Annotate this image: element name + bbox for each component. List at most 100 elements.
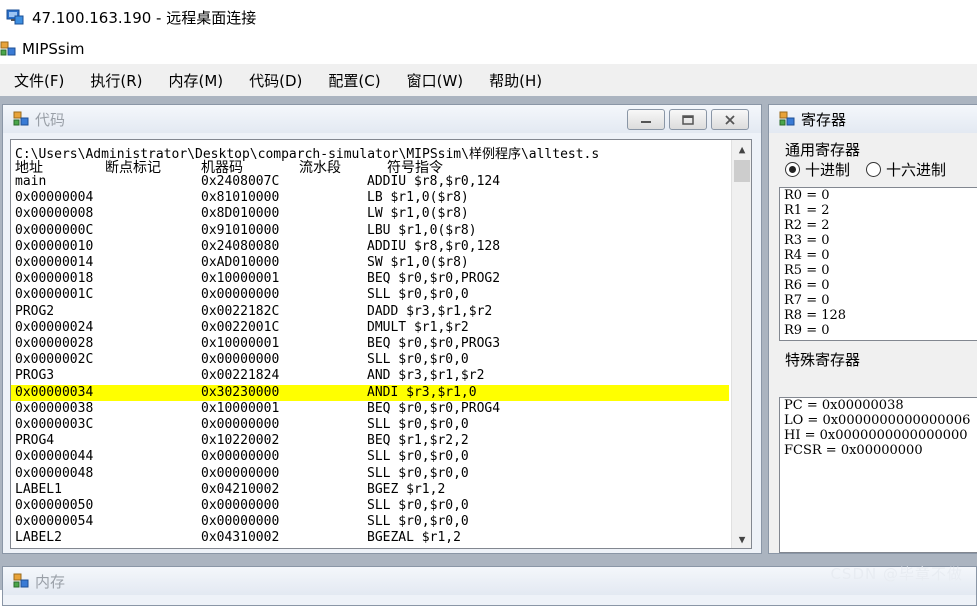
code-row[interactable]: 0x00000048 0x00000000 SLL $r0,$r0,0 xyxy=(11,466,729,482)
minimize-button[interactable] xyxy=(627,109,665,130)
menu-help[interactable]: 帮助(H) xyxy=(476,70,555,91)
restore-button[interactable] xyxy=(669,109,707,130)
row-instruction: ANDI $r3,$r1,0 xyxy=(367,384,477,400)
hex-radio[interactable]: 十六进制 xyxy=(866,159,946,180)
code-row[interactable]: main 0x2408007C ADDIU $r8,$r0,124 xyxy=(11,174,729,190)
row-machine-code: 0x81010000 xyxy=(201,190,280,206)
code-row[interactable]: LABEL1 0x04210002 BGEZ $r1,2 xyxy=(11,482,729,498)
row-machine-code: 0x24080080 xyxy=(201,238,280,254)
register-r3: R3 = 0 xyxy=(784,233,830,248)
general-registers-label: 通用寄存器 xyxy=(785,141,861,159)
code-row[interactable]: 0x00000044 0x00000000 SLL $r0,$r0,0 xyxy=(11,449,729,465)
code-row[interactable]: 0x00000038 0x10000001 BEQ $r0,$r0,PROG4 xyxy=(11,401,729,417)
code-row[interactable]: 0x00000014 0xAD010000 SW $r1,0($r8) xyxy=(11,255,729,271)
code-row[interactable]: 0x00000004 0x81010000 LB $r1,0($r8) xyxy=(11,190,729,206)
decimal-label: 十进制 xyxy=(805,161,851,179)
register-r9: R9 = 0 xyxy=(784,323,830,338)
app-title-bar: MIPSsim xyxy=(0,34,977,64)
code-window-title: 代码 xyxy=(35,110,66,129)
hex-label: 十六进制 xyxy=(886,161,947,179)
row-address: PROG2 xyxy=(15,303,55,319)
code-row-current[interactable]: 0x00000034 0x30230000 ANDI $r3,$r1,0 xyxy=(11,384,729,401)
code-window-titlebar[interactable]: 代码 xyxy=(3,105,761,133)
row-instruction: SLL $r0,$r0,0 xyxy=(367,287,469,303)
row-address: 0x00000034 xyxy=(15,384,94,400)
code-row[interactable]: 0x0000002C 0x00000000 SLL $r0,$r0,0 xyxy=(11,352,729,368)
row-instruction: AND $r3,$r1,$r2 xyxy=(367,368,485,384)
row-instruction: SLL $r0,$r0,0 xyxy=(367,465,469,481)
register-r2: R2 = 2 xyxy=(784,218,830,233)
row-address: 0x00000008 xyxy=(15,206,94,222)
minimize-icon xyxy=(641,120,651,123)
row-instruction: BGEZAL $r1,2 xyxy=(367,530,461,546)
register-window-titlebar[interactable]: 寄存器 xyxy=(769,105,977,133)
row-instruction: BEQ $r0,$r0,PROG3 xyxy=(367,336,501,351)
row-machine-code: 0x04210002 xyxy=(201,481,280,497)
row-instruction: BGEZ $r1,2 xyxy=(367,481,446,497)
row-machine-code: 0x10000001 xyxy=(201,400,280,416)
window-icon xyxy=(13,573,29,589)
row-machine-code: 0x00000000 xyxy=(201,514,280,530)
special-registers-list[interactable]: PC = 0x00000038 LO = 0x0000000000000006 … xyxy=(779,397,977,553)
code-row[interactable]: 0x0000000C 0x91010000 LBU $r1,0($r8) xyxy=(11,223,729,239)
code-list[interactable]: C:\Users\Administrator\Desktop\comparch-… xyxy=(10,139,752,549)
vertical-scrollbar[interactable]: ▲ ▼ xyxy=(731,140,751,548)
menu-run[interactable]: 执行(R) xyxy=(77,70,155,91)
row-address: 0x00000044 xyxy=(15,449,94,465)
code-row[interactable]: 0x00000054 0x00000000 SLL $r0,$r0,0 xyxy=(11,514,729,530)
row-instruction: LW $r1,0($r8) xyxy=(367,206,469,222)
row-machine-code: 0x10000001 xyxy=(201,336,280,351)
scroll-down-icon[interactable]: ▼ xyxy=(732,530,751,548)
row-address: 0x00000014 xyxy=(15,255,94,270)
row-address: 0x00000024 xyxy=(15,319,94,335)
register-lo: LO = 0x0000000000000006 xyxy=(784,413,971,428)
row-machine-code: 0x91010000 xyxy=(201,222,280,238)
code-row[interactable]: 0x00000028 0x10000001 BEQ $r0,$r0,PROG3 xyxy=(11,336,729,352)
window-icon xyxy=(779,111,795,127)
scroll-thumb[interactable] xyxy=(734,160,750,182)
row-machine-code: 0x00000000 xyxy=(201,417,280,432)
menu-window[interactable]: 窗口(W) xyxy=(394,70,477,91)
code-row[interactable]: PROG2 0x0022182C DADD $r3,$r1,$r2 xyxy=(11,304,729,320)
row-instruction: SW $r1,0($r8) xyxy=(367,255,469,270)
row-instruction: ADDIU $r8,$r0,124 xyxy=(367,174,501,189)
decimal-radio[interactable]: 十进制 xyxy=(785,159,850,180)
register-r6: R6 = 0 xyxy=(784,278,830,293)
code-row[interactable]: 0x00000050 0x00000000 SLL $r0,$r0,0 xyxy=(11,498,729,514)
menu-bar: 文件(F) 执行(R) 内存(M) 代码(D) 配置(C) 窗口(W) 帮助(H… xyxy=(0,64,977,96)
restore-icon xyxy=(682,114,694,125)
menu-config[interactable]: 配置(C) xyxy=(315,70,393,91)
row-address: 0x00000054 xyxy=(15,514,94,530)
row-machine-code: 0x00221824 xyxy=(201,368,280,384)
scroll-up-icon[interactable]: ▲ xyxy=(732,140,751,158)
register-window-title: 寄存器 xyxy=(801,110,847,129)
app-icon xyxy=(0,41,16,57)
row-instruction: SLL $r0,$r0,0 xyxy=(367,352,469,368)
row-machine-code: 0x00000000 xyxy=(201,465,280,481)
row-instruction: BEQ $r0,$r0,PROG2 xyxy=(367,271,501,287)
code-row[interactable]: 0x00000010 0x24080080 ADDIU $r8,$r0,128 xyxy=(11,239,729,255)
menu-memory[interactable]: 内存(M) xyxy=(155,70,236,91)
row-machine-code: 0x00000000 xyxy=(201,352,280,368)
row-address: LABEL2 xyxy=(15,530,62,546)
code-row[interactable]: PROG3 0x00221824 AND $r3,$r1,$r2 xyxy=(11,368,729,384)
code-row[interactable]: 0x00000008 0x8D010000 LW $r1,0($r8) xyxy=(11,206,729,222)
menu-code[interactable]: 代码(D) xyxy=(236,70,315,91)
code-row[interactable]: 0x00000018 0x10000001 BEQ $r0,$r0,PROG2 xyxy=(11,271,729,287)
code-row[interactable]: PROG4 0x10220002 BEQ $r1,$r2,2 xyxy=(11,433,729,449)
code-row[interactable]: 0x0000001C 0x00000000 SLL $r0,$r0,0 xyxy=(11,287,729,303)
code-window: 代码 C:\Users\Administrator\Desktop\compar… xyxy=(2,104,762,554)
register-fcsr: FCSR = 0x00000000 xyxy=(784,443,923,458)
code-row[interactable]: 0x0000003C 0x00000000 SLL $r0,$r0,0 xyxy=(11,417,729,433)
row-instruction: DADD $r3,$r1,$r2 xyxy=(367,303,493,319)
code-row[interactable]: 0x00000024 0x0022001C DMULT $r1,$r2 xyxy=(11,320,729,336)
column-headers: 地址 断点标记 机器码 流水段 符号指令 xyxy=(11,157,731,176)
row-instruction: DMULT $r1,$r2 xyxy=(367,319,469,335)
row-instruction: BEQ $r0,$r0,PROG4 xyxy=(367,400,501,416)
general-registers-list[interactable]: R0 = 0 R1 = 2 R2 = 2 R3 = 0 R4 = 0 R5 = … xyxy=(779,187,977,341)
row-address: main xyxy=(15,174,47,189)
code-row[interactable]: LABEL2 0x04310002 BGEZAL $r1,2 xyxy=(11,530,729,546)
row-machine-code: 0xAD010000 xyxy=(201,255,280,270)
close-button[interactable] xyxy=(711,109,749,130)
menu-file[interactable]: 文件(F) xyxy=(0,70,77,91)
